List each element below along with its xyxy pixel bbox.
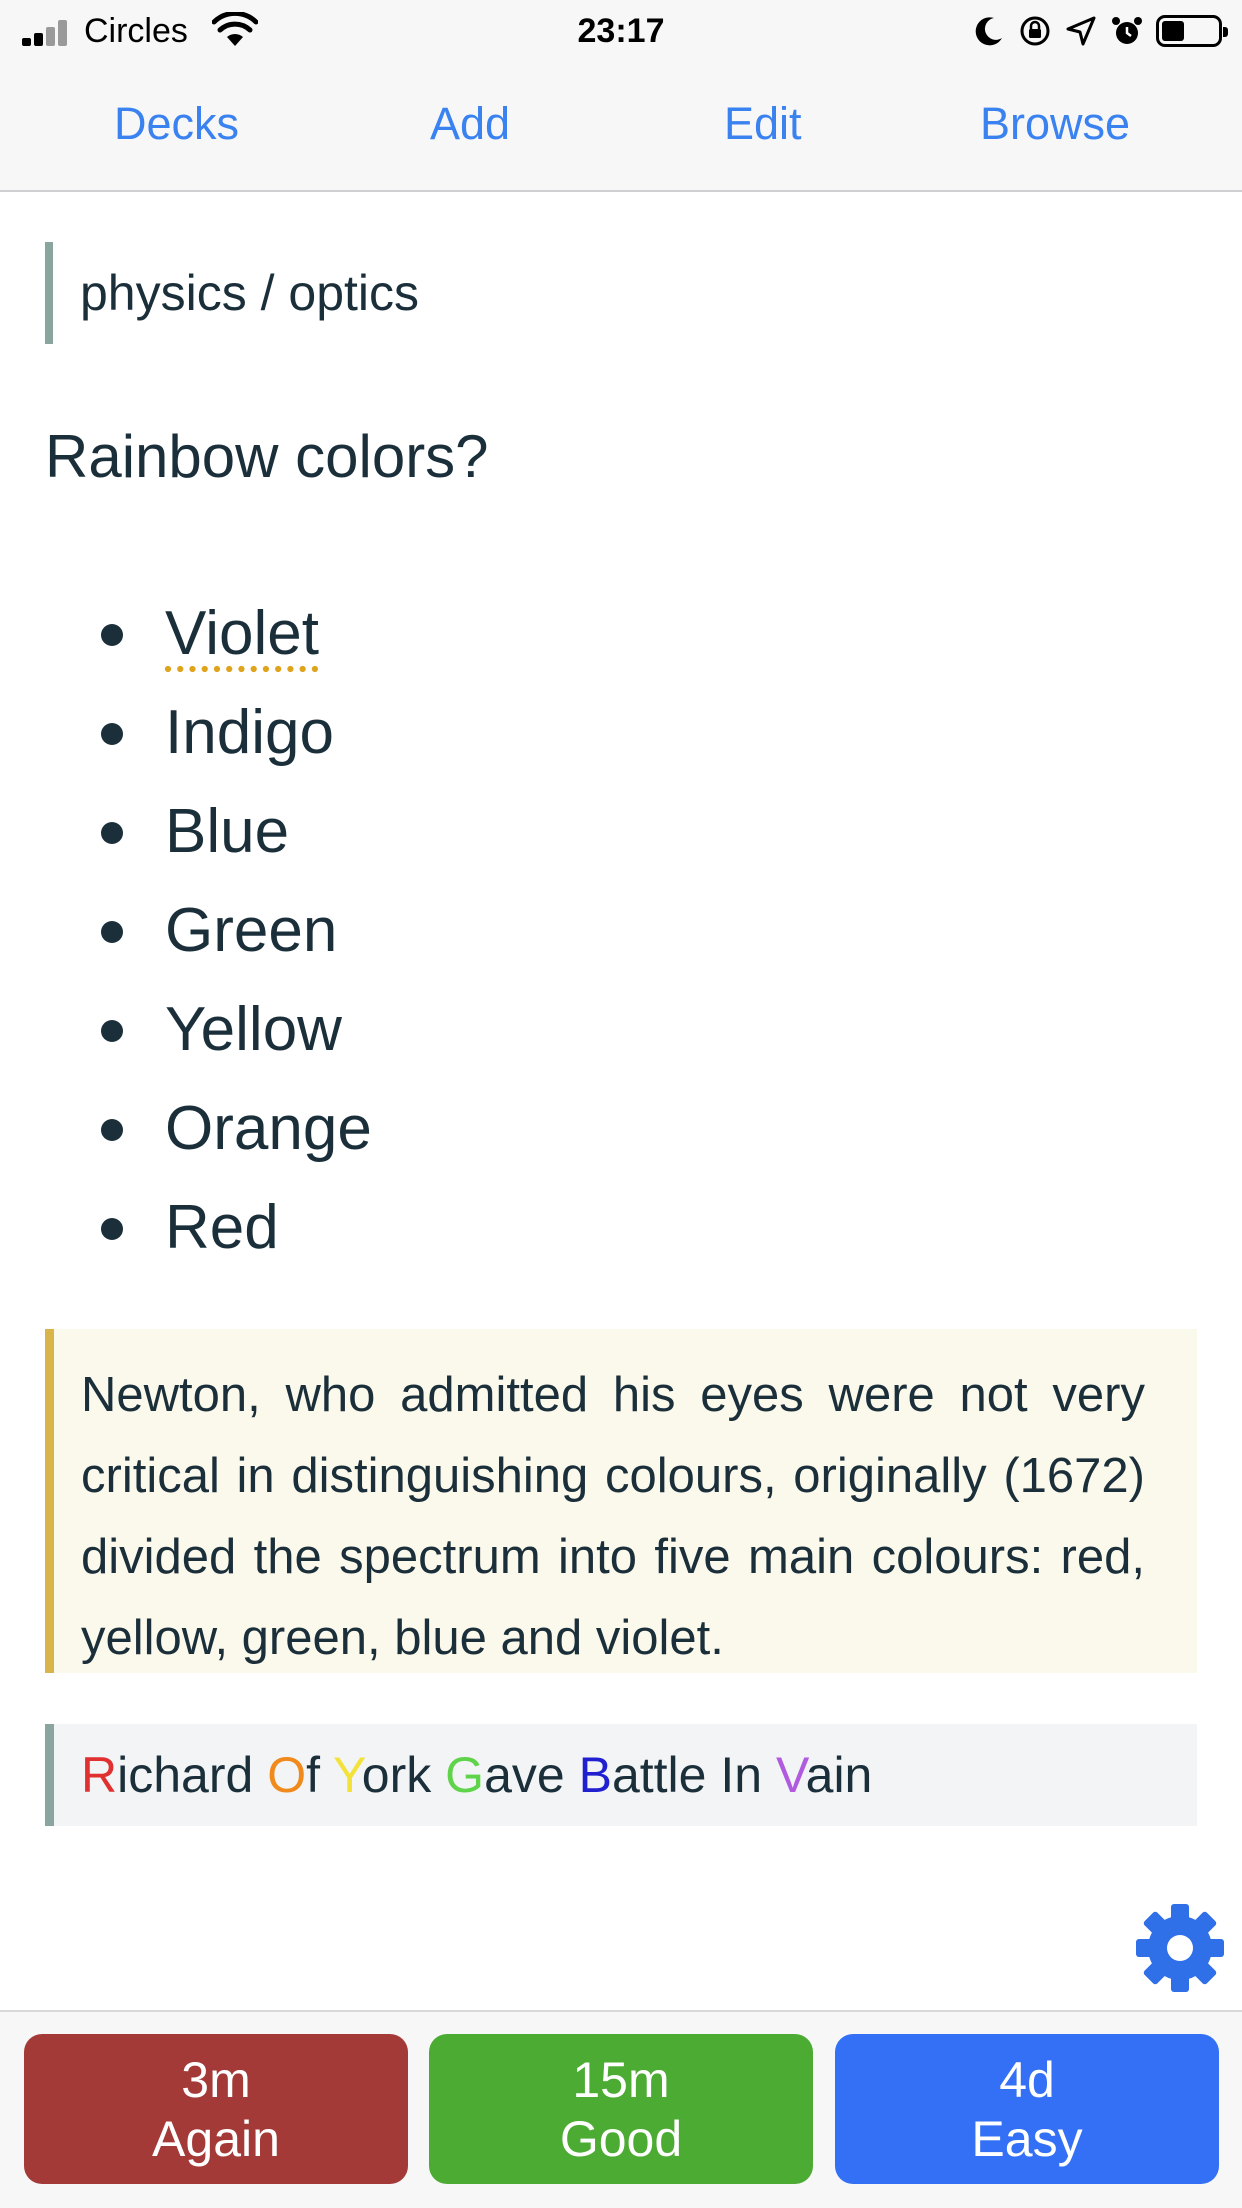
list-item: Red [0, 1178, 372, 1277]
mnemonic-initial: Y [333, 1747, 362, 1803]
mnemonic-initial: R [81, 1747, 118, 1803]
list-item-text: Red [165, 1193, 279, 1262]
mnemonic-initial: V [776, 1747, 806, 1803]
list-item: Orange [0, 1079, 372, 1178]
mnemonic-word: Vain [776, 1747, 872, 1803]
bullet-icon [101, 921, 123, 943]
card-tags: physics / optics [45, 242, 419, 344]
list-item-text: Violet [165, 599, 319, 668]
mnemonic-rest: f [306, 1747, 321, 1803]
bullet-icon [101, 624, 123, 646]
mnemonic-rest: ichard [117, 1747, 254, 1803]
mnemonic-word: In [720, 1747, 762, 1803]
again-interval: 3m [181, 2052, 251, 2108]
list-item: Green [0, 881, 372, 980]
good-interval: 15m [572, 2052, 670, 2108]
top-navigation: Decks Add Edit Browse [0, 62, 1242, 192]
mnemonic-rest: ave [484, 1747, 565, 1803]
again-label: Again [152, 2111, 280, 2167]
nav-decks-link[interactable]: Decks [114, 98, 239, 150]
gear-icon[interactable] [1132, 1900, 1228, 1996]
card-note: Newton, who admitted his eyes were not v… [45, 1329, 1197, 1673]
moon-icon [975, 17, 1002, 46]
answer-list: Violet Indigo Blue Green Yellow Orange R… [0, 584, 372, 1277]
mnemonic-initial: O [267, 1747, 307, 1803]
list-item: Indigo [0, 683, 372, 782]
list-item: Blue [0, 782, 372, 881]
list-item-text: Blue [165, 797, 290, 866]
list-item-text: Green [165, 896, 338, 965]
rotation-lock-icon [1020, 16, 1050, 46]
good-button[interactable]: 15m Good [429, 2034, 813, 2184]
mnemonic-initial: B [578, 1747, 612, 1803]
nav-add-link[interactable]: Add [430, 98, 510, 150]
bullet-icon [101, 1218, 123, 1240]
mnemonic-rest: attle [611, 1747, 707, 1803]
easy-interval: 4d [999, 2052, 1055, 2108]
nav-browse-link[interactable]: Browse [980, 98, 1130, 150]
battery-icon [1156, 15, 1228, 47]
list-item: Violet [0, 584, 372, 683]
nav-edit-link[interactable]: Edit [724, 98, 802, 150]
easy-label: Easy [971, 2111, 1083, 2167]
location-arrow-icon [1066, 16, 1096, 46]
bullet-icon [101, 1119, 123, 1141]
alarm-icon [1112, 17, 1142, 44]
easy-button[interactable]: 4d Easy [835, 2034, 1219, 2184]
bullet-icon [101, 723, 123, 745]
card-question: Rainbow colors? [45, 423, 489, 490]
mnemonic-word: Richard [81, 1747, 253, 1803]
mnemonic-rest: ain [805, 1747, 873, 1803]
status-icons [972, 12, 1228, 50]
answer-bar: 3m Again 15m Good 4d Easy [0, 2010, 1242, 2208]
mnemonic-word: Gave [445, 1747, 565, 1803]
list-item-text: Indigo [165, 698, 334, 767]
mnemonic-initial: I [720, 1747, 735, 1803]
mnemonic-rest: ork [361, 1747, 432, 1803]
mnemonic-rest: n [734, 1747, 763, 1803]
good-label: Good [559, 2111, 683, 2167]
mnemonic-word: Of [267, 1747, 320, 1803]
bullet-icon [101, 1020, 123, 1042]
list-item: Yellow [0, 980, 372, 1079]
mnemonic-word: Battle [579, 1747, 707, 1803]
again-button[interactable]: 3m Again [24, 2034, 408, 2184]
mnemonic-word: York [333, 1747, 431, 1803]
status-bar: Circles 23:17 [0, 0, 1242, 62]
mnemonic-box: Richard Of York Gave Battle In Vain [45, 1724, 1197, 1826]
mnemonic-initial: G [445, 1747, 485, 1803]
list-item-text: Orange [165, 1094, 372, 1163]
list-item-text: Yellow [165, 995, 342, 1064]
bullet-icon [101, 822, 123, 844]
